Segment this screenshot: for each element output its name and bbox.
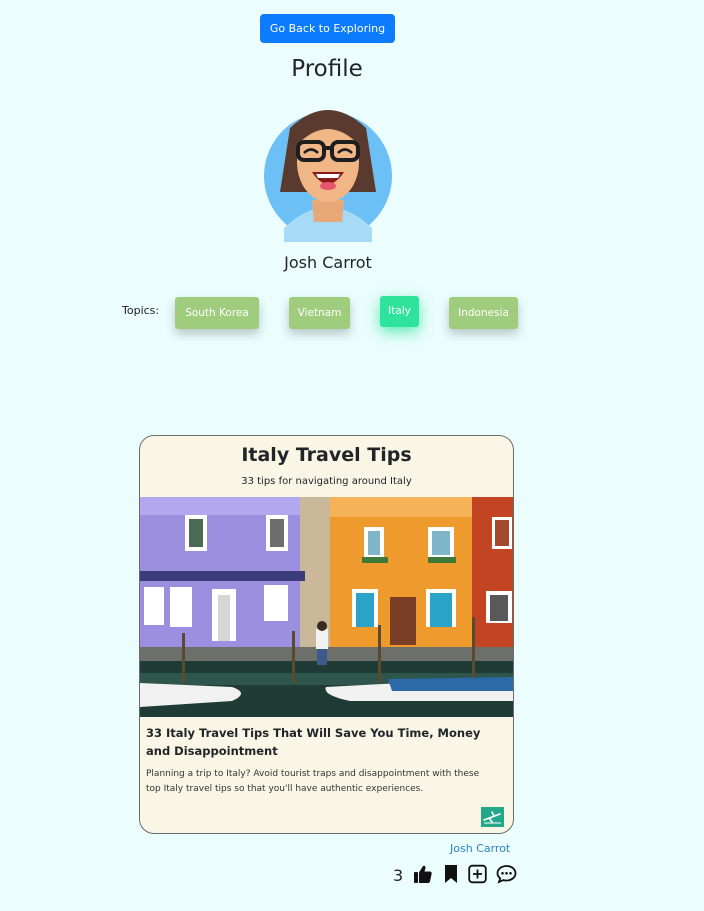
- card-title: Italy Travel Tips: [241, 444, 412, 466]
- plus-square-icon[interactable]: [468, 864, 487, 888]
- bookmark-icon[interactable]: [443, 864, 459, 888]
- author-link[interactable]: Josh Carrot: [450, 842, 510, 855]
- article-image[interactable]: [140, 497, 514, 717]
- like-count: 3: [393, 866, 404, 885]
- topics-label: Topics:: [122, 304, 160, 317]
- profile-name: Josh Carrot: [284, 253, 372, 272]
- article-description: Planning a trip to Italy? Avoid tourist …: [146, 769, 480, 794]
- topic-indonesia[interactable]: Indonesia: [449, 297, 518, 329]
- card-subtitle: 33 tips for navigating around Italy: [241, 476, 412, 487]
- comment-icon[interactable]: [496, 864, 517, 888]
- topic-italy[interactable]: Italy: [380, 296, 419, 327]
- go-back-button[interactable]: Go Back to Exploring: [260, 14, 395, 43]
- topic-vietnam[interactable]: Vietnam: [289, 297, 350, 329]
- avatar: [264, 110, 392, 242]
- article-card[interactable]: Italy Travel Tips 33 tips for navigating…: [139, 435, 514, 834]
- topic-south-korea[interactable]: South Korea: [175, 297, 259, 329]
- thumbs-up-icon[interactable]: [413, 864, 433, 888]
- page-title: Profile: [291, 56, 363, 82]
- article-title[interactable]: 33 Italy Travel Tips That Will Save You …: [146, 724, 496, 760]
- plane-icon: [481, 807, 504, 827]
